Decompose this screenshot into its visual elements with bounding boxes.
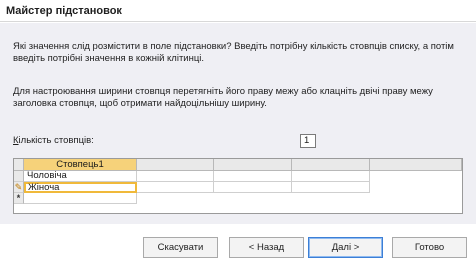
title-bar: Майстер підстановок [0,0,476,22]
column-count-label-rest: ількість стовпців: [18,135,94,146]
grid-cell-empty [137,182,214,193]
grid-cell-empty [214,182,292,193]
grid-cell-empty [137,171,214,182]
instruction-text-1: Які значення слід розмістити в поле підс… [13,41,454,64]
new-row-icon[interactable]: * [14,193,24,204]
grid-header-empty [370,159,462,171]
row-selector[interactable] [14,171,24,182]
column-count-input[interactable]: 1 [300,134,316,148]
grid-cell-empty [214,171,292,182]
cancel-button[interactable]: Скасувати [143,237,218,258]
grid-cell-empty [292,171,370,182]
lookup-wizard-window: Майстер підстановок Які значення слід ро… [0,0,476,264]
finish-button[interactable]: Готово [392,237,467,258]
back-button[interactable]: < Назад [229,237,304,258]
grid-corner[interactable] [14,159,24,171]
next-button[interactable]: Далі > [308,237,383,258]
window-title: Майстер підстановок [6,5,122,17]
pencil-icon[interactable]: ✎ [14,182,24,193]
grid-header-empty [292,159,370,171]
grid-cell-new[interactable] [24,193,137,204]
button-bar: Скасувати < Назад Далі > Готово [0,224,476,264]
grid-cell-active[interactable]: Жіноча [24,182,137,193]
values-grid[interactable]: Стовпець1 Чоловіча ✎ Жіноча * [13,158,463,214]
grid-header-empty [137,159,214,171]
grid-cell-empty [292,182,370,193]
instruction-text-2: Для настроювання ширини стовпця перетягн… [13,86,433,109]
grid-header-empty [214,159,292,171]
column-count-label: Кількість стовпців: [13,135,94,146]
grid-cell[interactable]: Чоловіча [24,171,137,182]
wizard-panel: Які значення слід розмістити в поле підс… [0,23,476,224]
